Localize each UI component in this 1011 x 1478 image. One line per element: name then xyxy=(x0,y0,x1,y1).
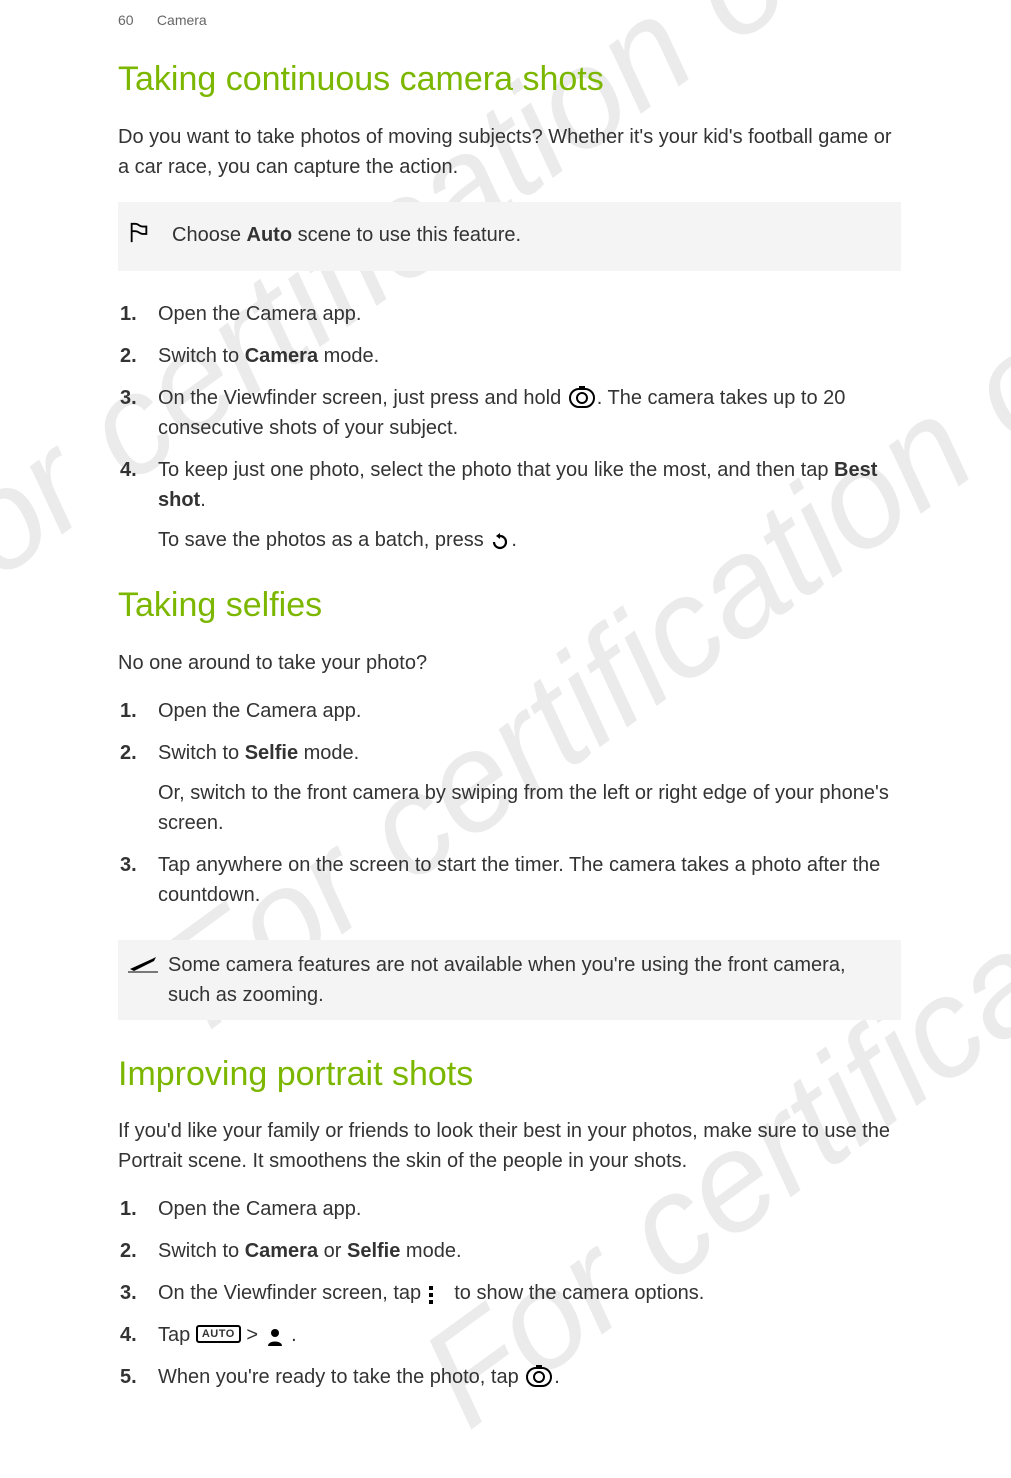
step-item: Switch to Camera mode. xyxy=(158,341,901,371)
step-text: On the Viewfinder screen, tap xyxy=(158,1282,427,1304)
pen-icon xyxy=(128,952,150,982)
section-intro: If you'd like your family or friends to … xyxy=(118,1116,901,1176)
step-item: Open the Camera app. xyxy=(158,1194,901,1224)
section-intro: No one around to take your photo? xyxy=(118,648,901,678)
step-text: . xyxy=(554,1366,560,1388)
step-text: . xyxy=(286,1324,297,1346)
section-title: Improving portrait shots xyxy=(118,1054,901,1095)
steps-list: Open the Camera app. Switch to Selfie mo… xyxy=(118,696,901,910)
step-item: Switch to Selfie mode. Or, switch to the… xyxy=(158,738,901,838)
step-bold: Camera xyxy=(245,1240,318,1262)
step-text: . xyxy=(511,529,517,551)
step-item: On the Viewfinder screen, just press and… xyxy=(158,383,901,443)
step-item: Open the Camera app. xyxy=(158,696,901,726)
step-text: Switch to xyxy=(158,345,245,367)
step-text: Tap xyxy=(158,1324,196,1346)
section-title: Taking continuous camera shots xyxy=(118,59,901,100)
step-sub: To save the photos as a batch, press . xyxy=(158,525,901,555)
step-text: On the Viewfinder screen, just press and… xyxy=(158,387,567,409)
steps-list: Open the Camera app. Switch to Camera or… xyxy=(118,1194,901,1392)
flag-note: Choose Auto scene to use this feature. xyxy=(118,202,901,271)
step-gt: > xyxy=(241,1324,264,1346)
step-text: To keep just one photo, select the photo… xyxy=(158,459,834,481)
section-name: Camera xyxy=(157,12,207,28)
step-text: Tap anywhere on the screen to start the … xyxy=(158,854,880,906)
note-prefix: Choose xyxy=(172,224,247,246)
step-bold: Selfie xyxy=(347,1240,400,1262)
step-bold: Camera xyxy=(245,345,318,367)
step-text: Switch to xyxy=(158,1240,245,1262)
section-intro: Do you want to take photos of moving sub… xyxy=(118,122,901,182)
step-item: On the Viewfinder screen, tap to show th… xyxy=(158,1278,901,1308)
step-text: . xyxy=(200,489,206,511)
step-text: Switch to xyxy=(158,742,245,764)
note-suffix: scene to use this feature. xyxy=(292,224,521,246)
note-text: Some camera features are not available w… xyxy=(168,950,887,1010)
step-text: or xyxy=(318,1240,347,1262)
pen-note: Some camera features are not available w… xyxy=(118,940,901,1020)
auto-mode-icon: AUTO xyxy=(196,1325,241,1343)
step-item: Open the Camera app. xyxy=(158,299,901,329)
step-text: When you're ready to take the photo, tap xyxy=(158,1366,524,1388)
back-icon xyxy=(491,530,509,548)
steps-list: Open the Camera app. Switch to Camera mo… xyxy=(118,299,901,555)
step-item: Tap anywhere on the screen to start the … xyxy=(158,850,901,910)
step-bold: Selfie xyxy=(245,742,298,764)
step-text: to show the camera options. xyxy=(449,1282,705,1304)
page-header: 60 Camera xyxy=(118,10,901,31)
step-sub: Or, switch to the front camera by swipin… xyxy=(158,778,901,838)
step-text: Open the Camera app. xyxy=(158,303,361,325)
step-text: Open the Camera app. xyxy=(158,1198,361,1220)
camera-shutter-icon xyxy=(569,386,595,408)
flag-icon xyxy=(128,222,150,253)
portrait-person-icon xyxy=(266,1325,284,1343)
step-text: mode. xyxy=(318,345,379,367)
note-bold: Auto xyxy=(247,224,293,246)
page-content: 60 Camera Taking continuous camera shots… xyxy=(0,0,1011,1442)
step-text: Open the Camera app. xyxy=(158,700,361,722)
step-item: To keep just one photo, select the photo… xyxy=(158,455,901,555)
page-number: 60 xyxy=(118,12,134,28)
step-text: mode. xyxy=(400,1240,461,1262)
section-title: Taking selfies xyxy=(118,585,901,626)
more-dots-icon xyxy=(429,1283,447,1301)
camera-shutter-icon xyxy=(526,1365,552,1387)
step-item: Switch to Camera or Selfie mode. xyxy=(158,1236,901,1266)
step-text: mode. xyxy=(298,742,359,764)
note-text: Choose Auto scene to use this feature. xyxy=(172,220,521,250)
step-text: To save the photos as a batch, press xyxy=(158,529,489,551)
step-item: When you're ready to take the photo, tap… xyxy=(158,1362,901,1392)
step-item: Tap AUTO > . xyxy=(158,1320,901,1350)
